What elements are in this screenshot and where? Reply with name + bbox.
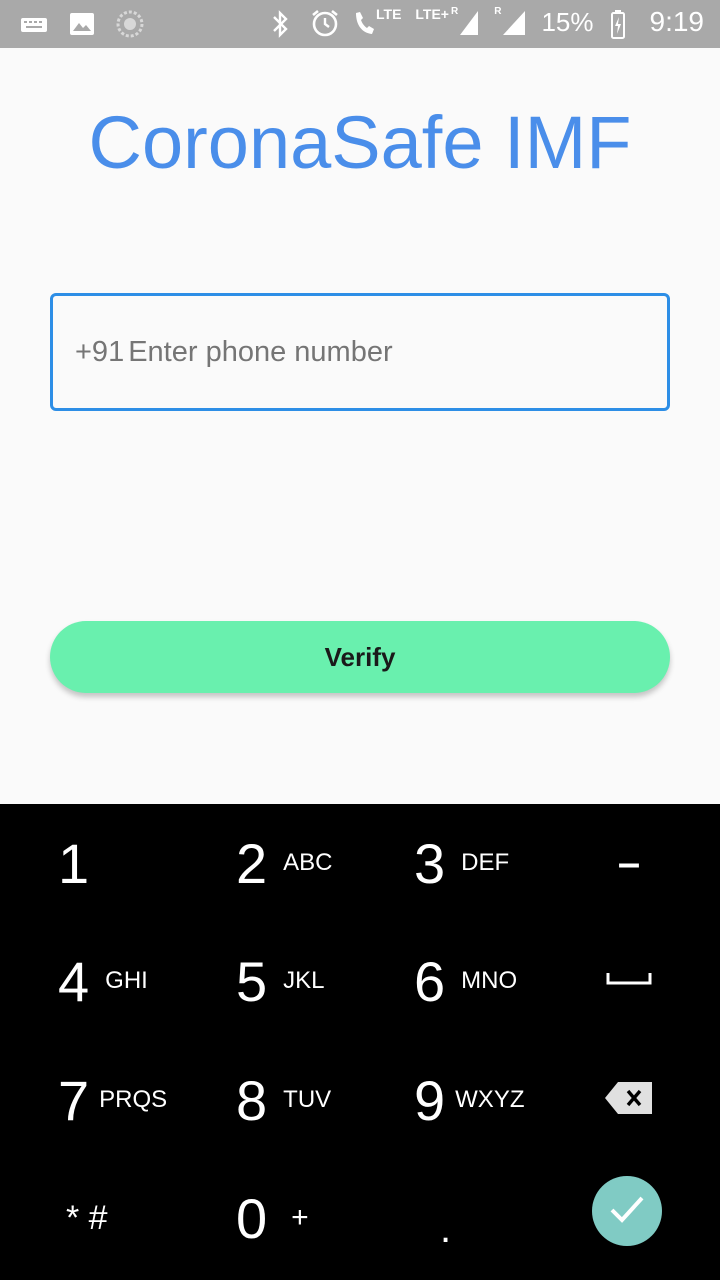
key-4[interactable]: 4 GHI xyxy=(58,922,148,1040)
key-dash[interactable]: – xyxy=(594,804,664,922)
key-8[interactable]: 8 TUV xyxy=(236,1041,331,1159)
key-space[interactable] xyxy=(594,922,664,1040)
bluetooth-icon xyxy=(268,8,296,38)
clock: 9:19 xyxy=(649,6,705,37)
key-dot[interactable]: . xyxy=(440,1159,451,1277)
key-6[interactable]: 6 MNO xyxy=(414,922,517,1040)
key-1[interactable]: 1 xyxy=(58,804,89,922)
key-backspace[interactable] xyxy=(594,1041,664,1159)
check-icon xyxy=(609,1194,645,1229)
space-icon xyxy=(606,971,652,992)
key-2[interactable]: 2 ABC xyxy=(236,804,333,922)
backspace-icon xyxy=(604,1080,654,1121)
battery-percent: 15% xyxy=(541,6,594,37)
done-button[interactable] xyxy=(592,1176,662,1246)
country-code-prefix: +91 xyxy=(75,335,125,368)
key-9[interactable]: 9 WXYZ xyxy=(414,1041,524,1159)
verify-button[interactable]: Verify xyxy=(50,621,670,693)
status-bar: LTE LTE+ R R 15% 9:19 xyxy=(0,0,720,48)
phone-number-field[interactable]: +91 Enter phone number xyxy=(50,293,670,411)
signal-r-icon: R xyxy=(494,7,527,37)
circle-icon xyxy=(116,10,144,38)
battery-icon xyxy=(608,8,636,39)
lte-signal-icon: LTE+ R xyxy=(415,7,480,37)
app-title: CoronaSafe IMF xyxy=(88,101,632,184)
image-icon xyxy=(68,10,96,38)
keyboard-icon xyxy=(20,10,48,38)
key-3[interactable]: 3 DEF xyxy=(414,804,509,922)
key-0[interactable]: 0 + xyxy=(236,1159,309,1277)
key-star-hash[interactable]: * # xyxy=(66,1159,108,1277)
volte-call-icon: LTE xyxy=(352,7,401,37)
numeric-keyboard: 1 2 ABC 3 DEF – 4 GHI 5 JKL 6 MNO 7 PRQS… xyxy=(0,804,720,1280)
key-7[interactable]: 7 PRQS xyxy=(58,1041,167,1159)
key-5[interactable]: 5 JKL xyxy=(236,922,325,1040)
alarm-icon xyxy=(310,8,338,37)
phone-number-placeholder: Enter phone number xyxy=(128,335,393,368)
